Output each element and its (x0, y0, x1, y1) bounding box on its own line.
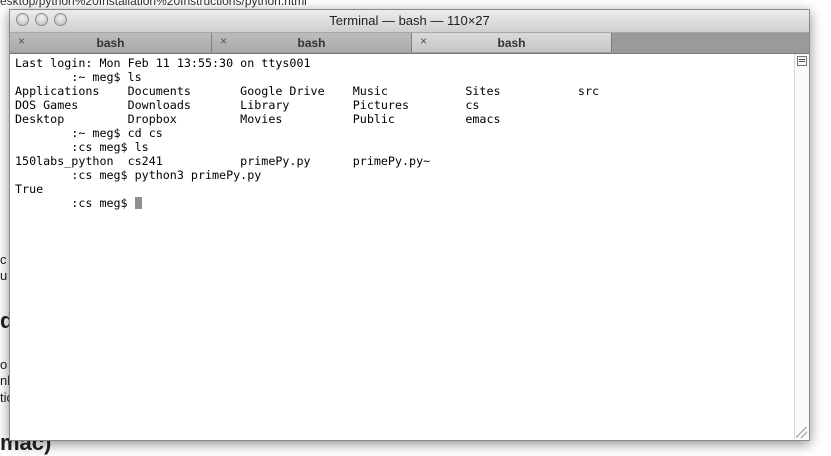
tab-bash-3[interactable]: × bash (412, 33, 612, 52)
title-bar[interactable]: Terminal — bash — 110×27 (10, 10, 809, 33)
terminal-content[interactable]: Last login: Mon Feb 11 13:55:30 on ttys0… (10, 54, 793, 439)
background-text-fragment: c (0, 252, 7, 267)
tab-label: bash (297, 36, 326, 50)
terminal-line: Applications Documents Google Drive Musi… (15, 84, 600, 98)
terminal-line: 150labs_python cs241 primePy.py primePy.… (15, 154, 431, 168)
terminal-line: :cs meg$ ls (15, 140, 149, 154)
terminal-line: :~ meg$ cd cs (15, 126, 163, 140)
tab-label: bash (96, 36, 125, 50)
tab-bash-1[interactable]: × bash (10, 33, 212, 52)
terminal-window: Terminal — bash — 110×27 × bash × bash ×… (9, 9, 810, 441)
window-title: Terminal — bash — 110×27 (329, 13, 490, 28)
background-text-fragment: o (0, 357, 8, 372)
tab-label: bash (497, 36, 526, 50)
terminal-line: :~ meg$ ls (15, 70, 142, 84)
text-cursor (134, 197, 142, 209)
scrollbar-track[interactable] (794, 54, 809, 439)
terminal-output[interactable]: Last login: Mon Feb 11 13:55:30 on ttys0… (10, 54, 793, 210)
split-pane-icon[interactable] (797, 56, 807, 66)
resize-grip-icon[interactable] (796, 427, 807, 438)
terminal-line: DOS Games Downloads Library Pictures cs (15, 98, 480, 112)
background-text-fragment: u (0, 268, 8, 283)
terminal-line: :cs meg$ python3 primePy.py (15, 168, 262, 182)
terminal-prompt: :cs meg$ (15, 196, 135, 210)
terminal-line: Desktop Dropbox Movies Public emacs (15, 112, 501, 126)
terminal-line: Last login: Mon Feb 11 13:55:30 on ttys0… (15, 56, 311, 70)
terminal-line: True (15, 182, 44, 196)
tab-bar: × bash × bash × bash (10, 33, 809, 54)
background-url-text: esktop/python%20Installation%20Instructi… (0, 0, 307, 8)
tab-bash-2[interactable]: × bash (212, 33, 412, 52)
